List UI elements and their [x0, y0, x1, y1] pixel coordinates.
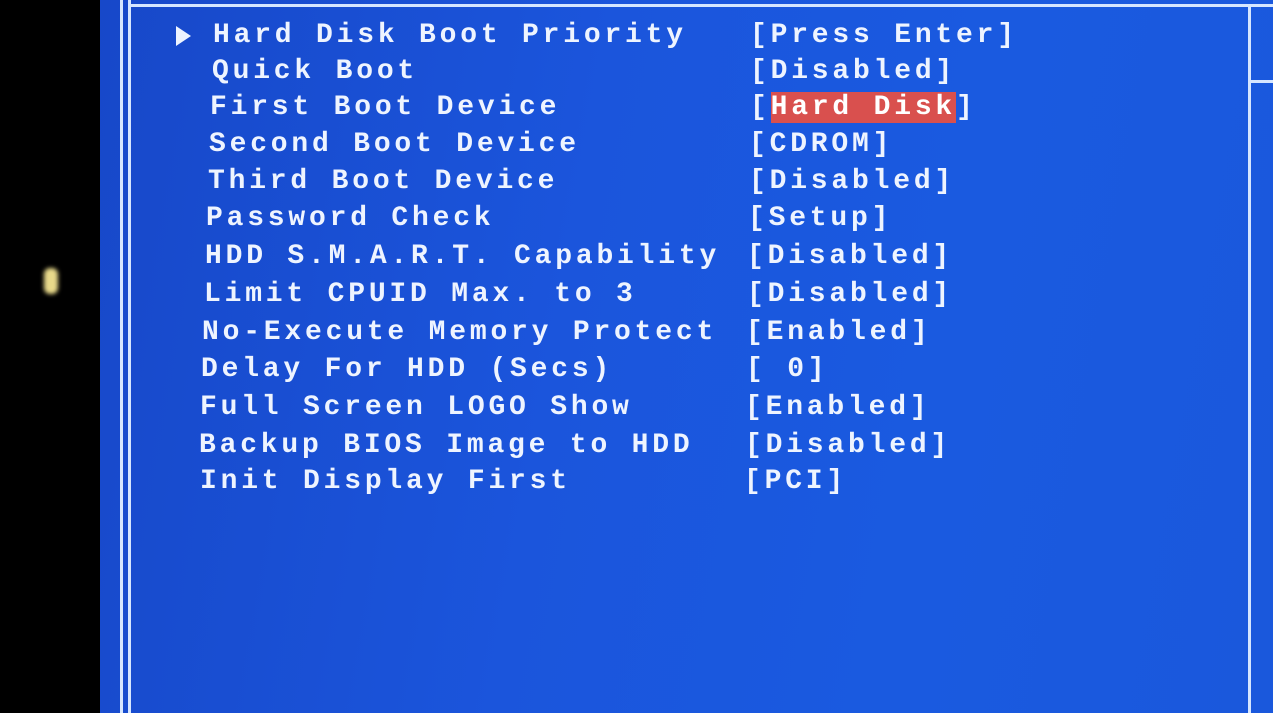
- setting-value[interactable]: [Disabled]: [745, 428, 951, 464]
- setting-label: Full Screen LOGO Show: [200, 392, 633, 423]
- setting-label: Quick Boot: [212, 56, 419, 87]
- triangle-right-icon: [176, 26, 191, 46]
- setting-value[interactable]: [Setup]: [748, 201, 892, 237]
- bios-setting-row[interactable]: Init Display First [PCI]: [0, 464, 1273, 500]
- setting-value[interactable]: [ 0]: [746, 352, 828, 388]
- setting-value[interactable]: [Disabled]: [747, 239, 953, 275]
- bios-setting-row[interactable]: First Boot Device [Hard Disk]: [0, 90, 1273, 126]
- setting-label: Limit CPUID Max. to 3: [204, 279, 637, 310]
- bios-setting-row[interactable]: Delay For HDD (Secs) [ 0]: [0, 352, 1273, 388]
- setting-label: Init Display First: [200, 466, 571, 497]
- setting-value[interactable]: [Enabled]: [745, 390, 930, 426]
- bios-setting-row[interactable]: Password Check [Setup]: [0, 201, 1273, 237]
- bios-setting-row[interactable]: Limit CPUID Max. to 3 [Disabled]: [0, 277, 1273, 313]
- bios-setting-row[interactable]: Backup BIOS Image to HDD [Disabled]: [0, 428, 1273, 464]
- bios-setting-row[interactable]: No-Execute Memory Protect [Enabled]: [0, 315, 1273, 351]
- setting-label: Third Boot Device: [208, 166, 559, 197]
- setting-value[interactable]: [Press Enter]: [750, 18, 1018, 54]
- bios-setting-row[interactable]: Full Screen LOGO Show [Enabled]: [0, 390, 1273, 426]
- setting-label: Hard Disk Boot Priority: [213, 20, 687, 51]
- setting-value[interactable]: [Disabled]: [747, 277, 953, 313]
- setting-label: Delay For HDD (Secs): [201, 354, 614, 385]
- bios-setting-row[interactable]: Third Boot Device [Disabled]: [0, 164, 1273, 200]
- bios-setting-row[interactable]: Quick Boot [Disabled]: [0, 54, 1273, 90]
- setting-value[interactable]: [Hard Disk]: [750, 90, 977, 126]
- setting-label: Backup BIOS Image to HDD: [199, 430, 694, 461]
- setting-value[interactable]: [Enabled]: [746, 315, 931, 351]
- setting-value[interactable]: [Disabled]: [749, 164, 955, 200]
- value-bracket: ]: [956, 92, 977, 123]
- setting-label: Second Boot Device: [209, 129, 580, 160]
- setting-label: First Boot Device: [210, 92, 561, 123]
- bios-setting-row[interactable]: Second Boot Device [CDROM]: [0, 127, 1273, 163]
- bios-setting-row[interactable]: HDD S.M.A.R.T. Capability [Disabled]: [0, 239, 1273, 275]
- setting-value[interactable]: [CDROM]: [749, 127, 893, 163]
- setting-label: HDD S.M.A.R.T. Capability: [205, 241, 721, 272]
- setting-value[interactable]: [Disabled]: [750, 54, 956, 90]
- setting-value[interactable]: [PCI]: [744, 464, 847, 500]
- setting-label: Password Check: [206, 203, 495, 234]
- value-bracket: [: [750, 92, 771, 123]
- selected-value-highlight[interactable]: Hard Disk: [770, 92, 957, 123]
- border-top: [128, 4, 1273, 7]
- bios-setting-row[interactable]: Hard Disk Boot Priority [Press Enter]: [0, 18, 1273, 54]
- setting-label: No-Execute Memory Protect: [202, 317, 718, 348]
